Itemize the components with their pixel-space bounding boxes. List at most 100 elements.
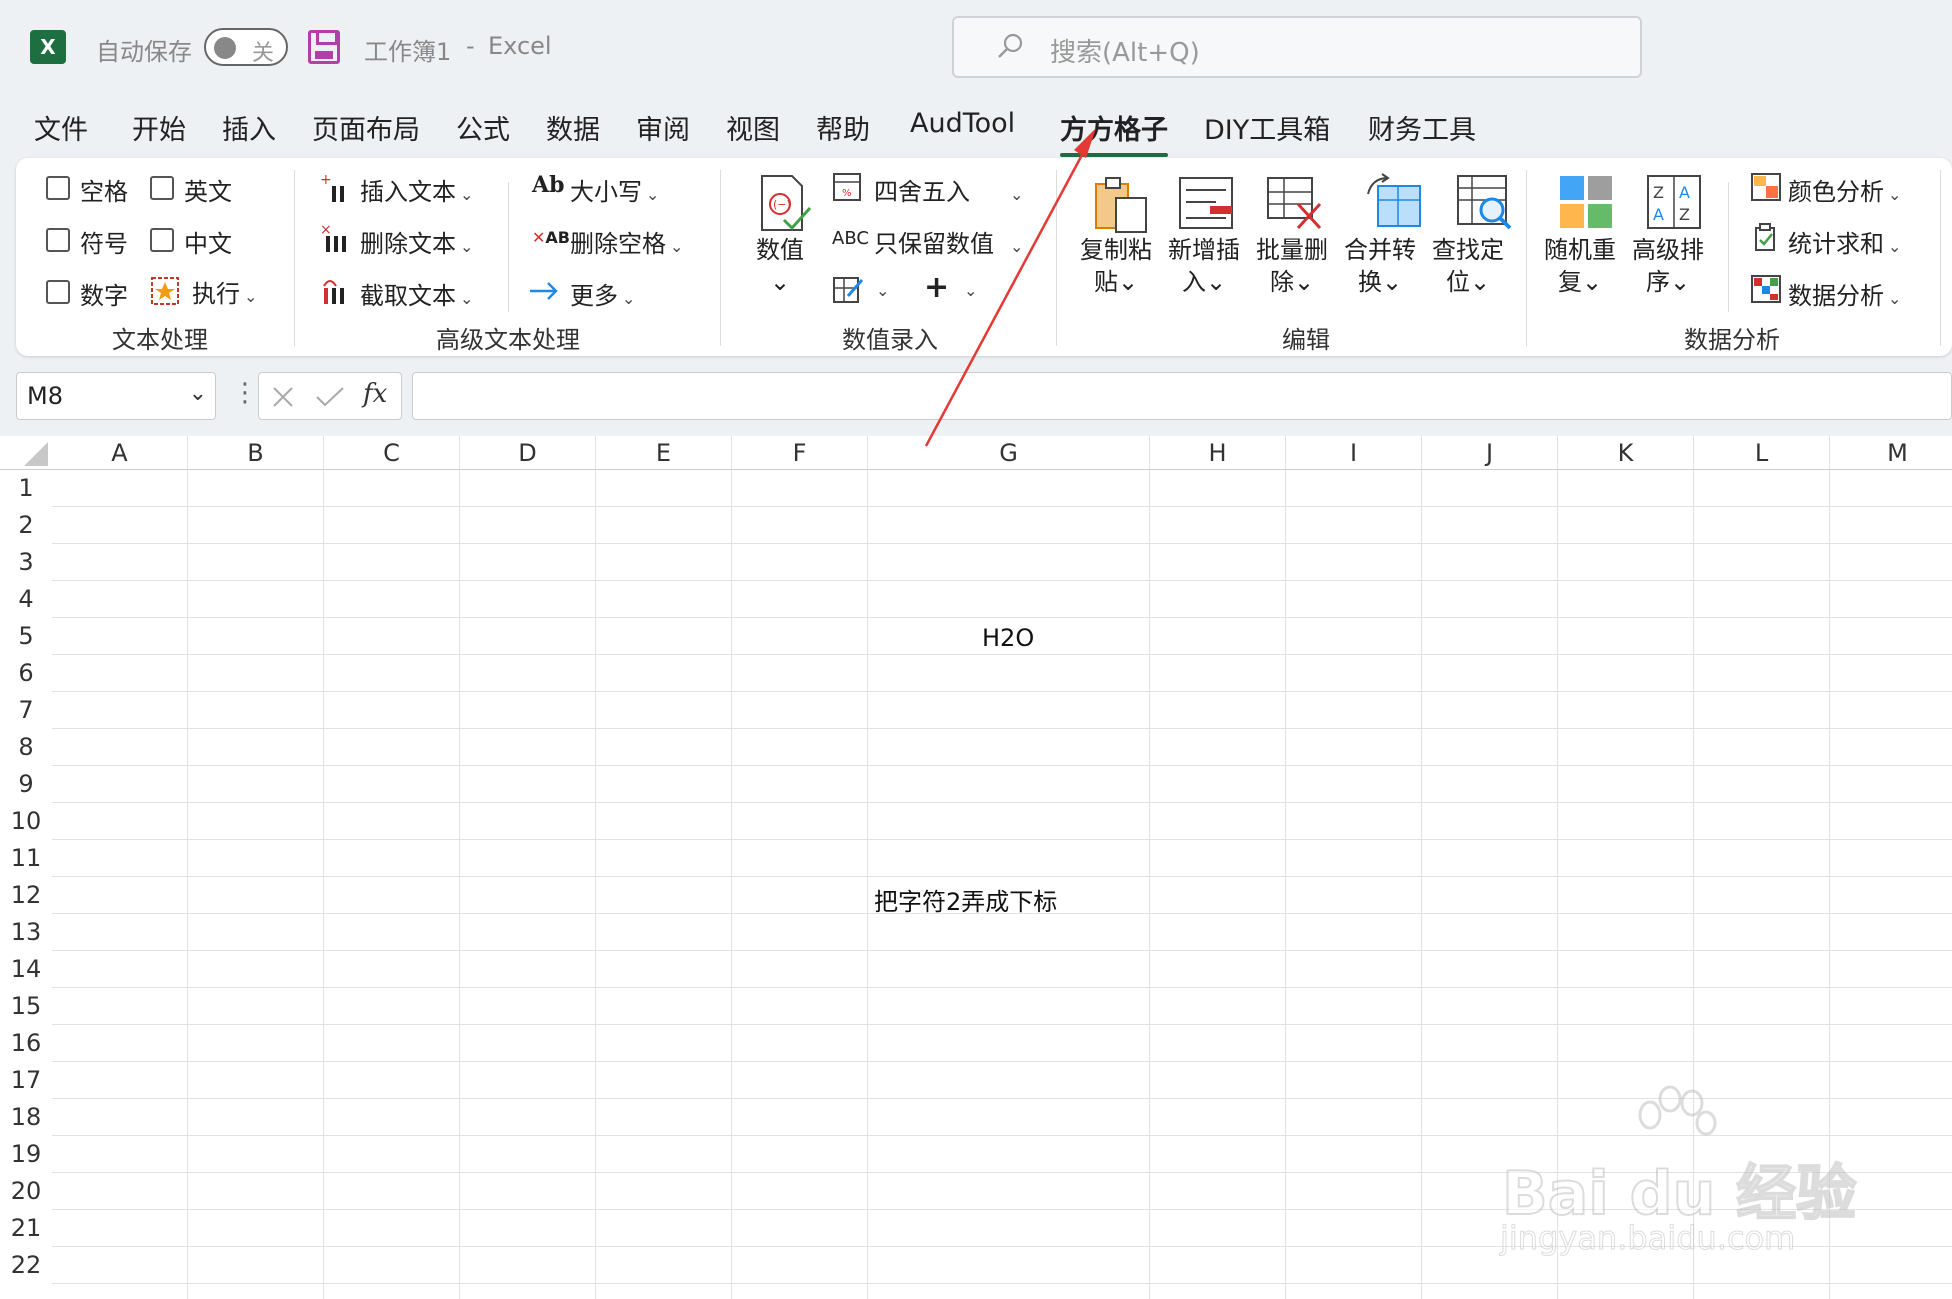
edit-grid-dropdown[interactable]: ⌄ [872, 274, 889, 302]
column-header-f[interactable]: F [732, 436, 868, 470]
tab-ffcell[interactable]: 方方格子 [1060, 108, 1168, 157]
more-dots-icon[interactable]: ⋮ [232, 378, 258, 408]
execute-button[interactable]: 执行 ⌄ [192, 274, 257, 309]
plus-dropdown[interactable]: ⌄ [960, 274, 977, 302]
chevron-down-icon[interactable]: ⌄ [189, 381, 207, 406]
checkbox-number[interactable] [46, 280, 70, 304]
select-all-corner[interactable] [0, 436, 52, 470]
tab-data[interactable]: 数据 [546, 108, 600, 147]
row-header-1[interactable]: 1 [0, 470, 52, 507]
workbook-name: 工作簿1 [364, 38, 452, 66]
autosave-toggle[interactable]: 关 [204, 28, 288, 66]
column-header-b[interactable]: B [188, 436, 324, 470]
row-header-21[interactable]: 21 [0, 1210, 52, 1247]
search-box[interactable]: 搜索(Alt+Q) [952, 16, 1642, 78]
row-header-13[interactable]: 13 [0, 914, 52, 951]
edit-grid-icon[interactable] [832, 274, 864, 306]
tab-audtool[interactable]: AudTool [910, 108, 1015, 139]
ribbon-tabs: 文件 开始 插入 页面布局 公式 数据 审阅 视图 帮助 AudTool 方方格… [0, 98, 1952, 157]
batch-delete-button[interactable]: 批量删 除⌄ [1256, 234, 1328, 298]
insert-text-button[interactable]: 插入文本 ⌄ [360, 172, 473, 207]
checkbox-english[interactable] [150, 176, 174, 200]
row-header-10[interactable]: 10 [0, 803, 52, 840]
column-header-a[interactable]: A [52, 436, 188, 470]
row-header-12[interactable]: 12 [0, 877, 52, 914]
tab-finance-tools[interactable]: 财务工具 [1368, 108, 1476, 147]
tab-help[interactable]: 帮助 [816, 108, 870, 147]
row-header-19[interactable]: 19 [0, 1136, 52, 1173]
keep-numeric-button[interactable]: 只保留数值 ⌄ [874, 224, 1023, 259]
grid-vline [1149, 470, 1150, 1299]
column-header-m[interactable]: M [1830, 436, 1952, 470]
more-button[interactable]: 更多 ⌄ [570, 276, 635, 311]
data-analysis-button[interactable]: 数据分析 ⌄ [1788, 276, 1901, 311]
grid-vline [323, 470, 324, 1299]
column-header-d[interactable]: D [460, 436, 596, 470]
cell-g12[interactable]: 把字符2弄成下标 [874, 882, 1057, 917]
tab-home[interactable]: 开始 [132, 108, 186, 147]
column-header-g[interactable]: G [868, 436, 1150, 470]
row-header-20[interactable]: 20 [0, 1173, 52, 1210]
column-header-e[interactable]: E [596, 436, 732, 470]
row-header-17[interactable]: 17 [0, 1062, 52, 1099]
tab-view[interactable]: 视图 [726, 108, 780, 147]
tab-insert[interactable]: 插入 [222, 108, 276, 147]
row-header-18[interactable]: 18 [0, 1099, 52, 1136]
checkbox-symbol[interactable] [46, 228, 70, 252]
insert-function-icon[interactable]: fx [363, 379, 387, 409]
label-chinese: 中文 [184, 230, 232, 258]
save-icon[interactable] [308, 30, 340, 64]
stat-sum-button[interactable]: 统计求和 ⌄ [1788, 224, 1901, 259]
tab-formulas[interactable]: 公式 [456, 108, 510, 147]
row-header-6[interactable]: 6 [0, 655, 52, 692]
extract-text-button[interactable]: 截取文本 ⌄ [360, 276, 473, 311]
row-header-9[interactable]: 9 [0, 766, 52, 803]
tab-review[interactable]: 审阅 [636, 108, 690, 147]
row-header-15[interactable]: 15 [0, 988, 52, 1025]
row-header-22[interactable]: 22 [0, 1247, 52, 1284]
tab-page-layout[interactable]: 页面布局 [312, 108, 420, 147]
delete-text-button[interactable]: 删除文本 ⌄ [360, 224, 473, 259]
numeric-value-button[interactable]: 数值 ⌄ [756, 234, 804, 298]
row-header-5[interactable]: 5 [0, 618, 52, 655]
column-header-c[interactable]: C [324, 436, 460, 470]
label-english: 英文 [184, 178, 232, 206]
row-header-14[interactable]: 14 [0, 951, 52, 988]
copy-paste-button[interactable]: 复制粘 贴⌄ [1080, 234, 1152, 298]
delete-space-button[interactable]: 删除空格 ⌄ [570, 224, 683, 259]
row-header-8[interactable]: 8 [0, 729, 52, 766]
cancel-icon[interactable] [271, 385, 295, 409]
checkbox-chinese[interactable] [150, 228, 174, 252]
tab-file[interactable]: 文件 [34, 108, 88, 147]
row-header-16[interactable]: 16 [0, 1025, 52, 1062]
column-header-j[interactable]: J [1422, 436, 1558, 470]
plus-icon[interactable]: + [924, 270, 949, 305]
merge-convert-button[interactable]: 合并转 换⌄ [1344, 234, 1416, 298]
find-locate-button[interactable]: 查找定 位⌄ [1432, 234, 1504, 298]
color-analysis-button[interactable]: 颜色分析 ⌄ [1788, 172, 1901, 207]
checkbox-space[interactable] [46, 176, 70, 200]
row-header-11[interactable]: 11 [0, 840, 52, 877]
column-header-i[interactable]: I [1286, 436, 1422, 470]
row-header-4[interactable]: 4 [0, 581, 52, 618]
case-button[interactable]: 大小写 ⌄ [570, 172, 659, 207]
advanced-sort-button[interactable]: 高级排 序⌄ [1632, 234, 1704, 298]
tab-diy-toolbox[interactable]: DIY工具箱 [1204, 108, 1330, 147]
cell-g5[interactable]: H2O [982, 624, 1034, 652]
row-header-3[interactable]: 3 [0, 544, 52, 581]
formula-input[interactable] [412, 372, 1952, 420]
round-button[interactable]: 四舍五入 ⌄ [874, 172, 1023, 207]
batch-delete-icon [1267, 177, 1322, 230]
column-header-h[interactable]: H [1150, 436, 1286, 470]
ribbon-panel: 空格 英文 符号 中文 数字 执行 ⌄ 文本处理 + 插入文本 ⌄ × 删除文本 ⌄ … [16, 158, 1952, 356]
insert-new-button[interactable]: 新增插 入⌄ [1168, 234, 1240, 298]
column-header-l[interactable]: L [1694, 436, 1830, 470]
confirm-icon[interactable] [315, 385, 345, 409]
column-header-k[interactable]: K [1558, 436, 1694, 470]
row-header-2[interactable]: 2 [0, 507, 52, 544]
name-box[interactable]: M8 ⌄ [16, 372, 216, 420]
row-header-7[interactable]: 7 [0, 692, 52, 729]
delete-text-icon: × [320, 222, 346, 252]
random-repeat-icon [1560, 176, 1612, 228]
random-repeat-button[interactable]: 随机重 复⌄ [1544, 234, 1616, 298]
